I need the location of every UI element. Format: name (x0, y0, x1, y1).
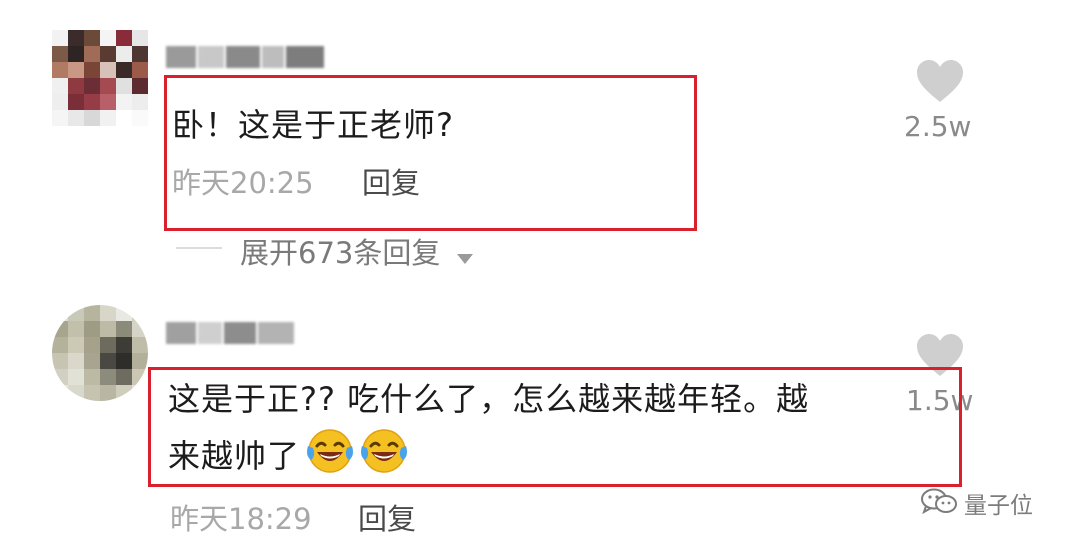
avatar[interactable] (52, 305, 148, 401)
laughing-crying-emoji-icon (358, 426, 410, 482)
username-blurred[interactable] (166, 322, 296, 344)
reply-button[interactable]: 回复 (358, 496, 416, 538)
watermark-label: 量子位 (964, 493, 1033, 519)
laughing-crying-emoji-icon (304, 426, 356, 482)
comment-text: 来越帅了 (168, 437, 301, 475)
comment-text: 卧！这是于正老师? (172, 106, 454, 144)
comment-text-line-1: 这是于正?? 吃什么了，怎么越来越年轻。越 (168, 380, 810, 418)
avatar[interactable] (52, 30, 148, 126)
watermark: 量子位 (920, 486, 1033, 520)
username-blurred[interactable] (166, 46, 326, 68)
like-heart-icon[interactable] (915, 58, 965, 104)
comment-timestamp: 昨天18:29 (170, 502, 312, 536)
like-count: 2.5w (904, 110, 972, 143)
highlight-box (164, 75, 697, 231)
reply-button[interactable]: 回复 (362, 160, 420, 202)
comment-text-line-2: 来越帅了 (168, 426, 410, 482)
comment-timestamp: 昨天20:25 (172, 166, 314, 200)
expand-divider (176, 247, 222, 249)
expand-replies-label: 展开673条回复 (240, 236, 441, 270)
chevron-down-icon (456, 238, 474, 272)
wechat-icon (920, 487, 958, 519)
expand-replies-button[interactable]: 展开673条回复 (240, 230, 474, 272)
